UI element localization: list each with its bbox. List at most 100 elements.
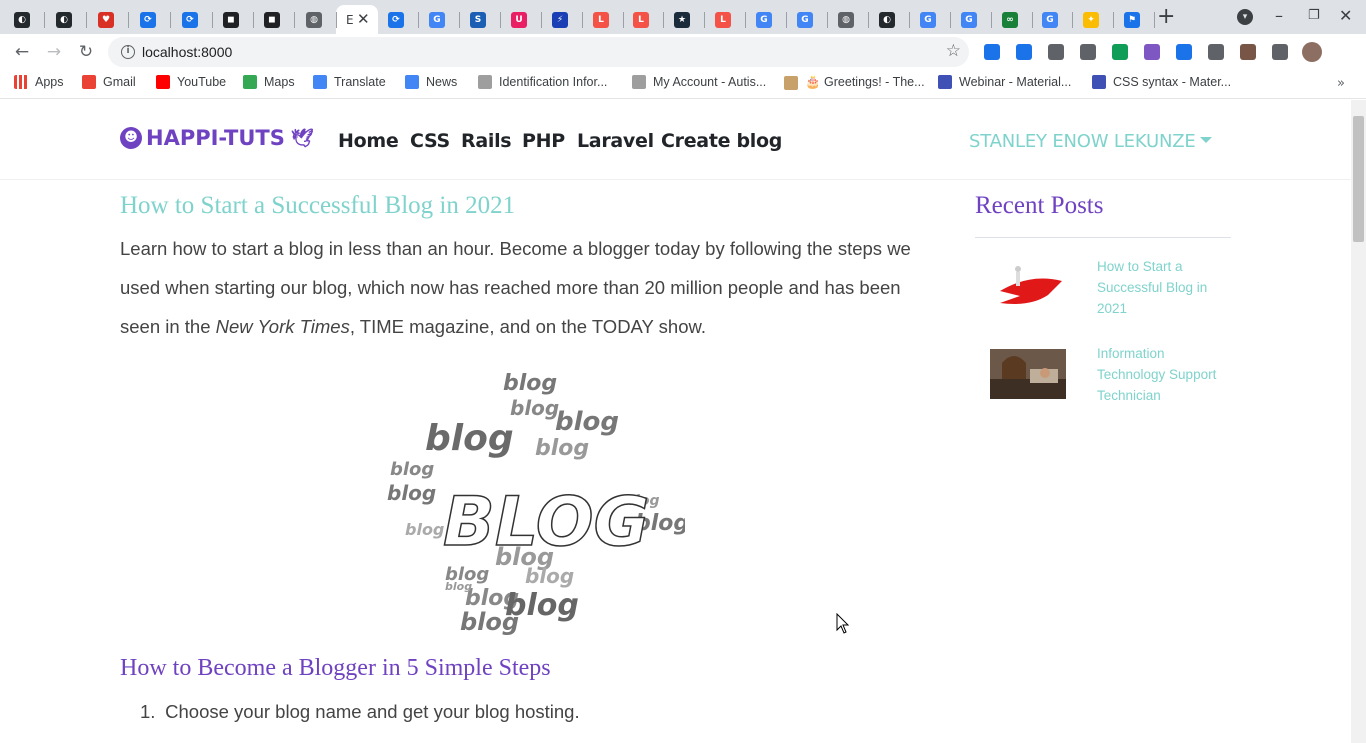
- browser-toolbar: ← → ↻ i localhost:8000 ☆ ⋮: [0, 34, 1366, 96]
- tab-separator: [1154, 12, 1155, 28]
- extension-icon[interactable]: [1208, 44, 1224, 60]
- tab-close-icon[interactable]: ✕: [357, 10, 370, 28]
- globe-icon: ◍: [306, 11, 322, 28]
- browser-tab[interactable]: ∞: [992, 5, 1033, 34]
- browser-tab[interactable]: ◼: [213, 5, 254, 34]
- recent-post-link[interactable]: How to Start a Successful Blog in 2021: [1097, 256, 1229, 319]
- recent-post-item[interactable]: Information Technology Support Technicia…: [990, 346, 1230, 403]
- recent-post-link[interactable]: Information Technology Support Technicia…: [1097, 343, 1229, 406]
- tab-active[interactable]: E ✕: [336, 5, 378, 34]
- forward-arrow-icon[interactable]: →: [43, 41, 65, 63]
- browser-tab[interactable]: ⚡: [542, 5, 583, 34]
- blog-word: blog: [405, 520, 444, 539]
- extension-icon[interactable]: [1048, 44, 1064, 60]
- infinity-icon: ∞: [1002, 11, 1018, 28]
- extension-icon[interactable]: [1016, 44, 1032, 60]
- extension-icon[interactable]: [1272, 44, 1288, 60]
- bookmarks-overflow-icon[interactable]: »: [1337, 76, 1345, 91]
- browser-tab[interactable]: G: [1032, 5, 1073, 34]
- nav-link-home[interactable]: Home: [338, 130, 399, 152]
- browser-tab[interactable]: ◐: [46, 5, 87, 34]
- extension-icon[interactable]: [1080, 44, 1096, 60]
- bookmark-star-icon[interactable]: ☆: [946, 41, 961, 61]
- browser-tab[interactable]: L: [583, 5, 624, 34]
- bookmark-item[interactable]: 🎂 Greetings! - The...: [784, 75, 925, 90]
- site-brand[interactable]: ☻ HAPPI-TUTS 🕊: [120, 126, 314, 150]
- browser-tab[interactable]: ◐: [869, 5, 910, 34]
- bookmark-item[interactable]: Apps: [14, 75, 64, 89]
- recent-post-thumbnail[interactable]: [990, 349, 1066, 399]
- back-arrow-icon[interactable]: ←: [11, 41, 33, 63]
- nav-link-laravel[interactable]: Laravel: [577, 130, 654, 152]
- stacks-icon: S: [470, 11, 486, 28]
- bookmark-item[interactable]: YouTube: [156, 75, 226, 89]
- browser-tab[interactable]: S: [460, 5, 501, 34]
- restore-button[interactable]: ❐: [1308, 8, 1320, 23]
- browser-tab[interactable]: ◍: [828, 5, 869, 34]
- browser-tab[interactable]: G: [746, 5, 787, 34]
- extension-icon[interactable]: [1302, 42, 1322, 62]
- extension-icon[interactable]: [1176, 44, 1192, 60]
- browser-tab[interactable]: ◼: [254, 5, 295, 34]
- tab-search-icon[interactable]: ▾: [1237, 9, 1253, 25]
- bookmark-icon: [243, 75, 257, 89]
- bookmark-item[interactable]: Maps: [243, 75, 295, 89]
- minimize-button[interactable]: –: [1275, 6, 1283, 25]
- browser-tab[interactable]: U: [501, 5, 542, 34]
- browser-tab[interactable]: ⟳: [130, 5, 171, 34]
- bird-icon: 🕊: [290, 127, 314, 149]
- browser-tab[interactable]: ◐: [4, 5, 45, 34]
- browser-tab[interactable]: L: [623, 5, 664, 34]
- bookmark-item[interactable]: CSS syntax - Mater...: [1092, 75, 1231, 89]
- nav-link-php[interactable]: PHP: [522, 130, 565, 152]
- new-tab-button[interactable]: +: [1157, 6, 1175, 28]
- shield-icon: ♥: [98, 11, 114, 28]
- bookmarks-bar: Apps Gmail YouTube Maps Translate News Identif…: [0, 70, 1366, 99]
- bookmark-item[interactable]: Gmail: [82, 75, 136, 89]
- browser-tab[interactable]: ★: [664, 5, 705, 34]
- bookmark-item[interactable]: News: [405, 75, 457, 89]
- user-dropdown[interactable]: STANLEY ENOW LEKUNZE: [969, 131, 1212, 152]
- browser-tab[interactable]: ⚑: [1114, 5, 1155, 34]
- post-intro: Learn how to start a blog in less than a…: [120, 229, 940, 346]
- address-bar[interactable]: i localhost:8000 ☆: [108, 37, 969, 67]
- blog-word: blog: [510, 396, 559, 420]
- user-name[interactable]: STANLEY ENOW LEKUNZE: [969, 131, 1196, 152]
- browser-tab[interactable]: ♥: [88, 5, 129, 34]
- extension-icon[interactable]: [1240, 44, 1256, 60]
- post-title[interactable]: How to Start a Successful Blog in 2021: [120, 192, 515, 220]
- bookmark-icon: [632, 75, 646, 89]
- nav-link-create-blog[interactable]: Create blog: [661, 130, 782, 152]
- browser-tab[interactable]: ◍: [296, 5, 337, 34]
- blog-word: blog: [425, 418, 514, 459]
- reload-icon[interactable]: ↻: [75, 41, 97, 63]
- bookmark-item[interactable]: My Account - Autis...: [632, 75, 766, 89]
- browser-tab[interactable]: L: [705, 5, 746, 34]
- browser-tab[interactable]: G: [419, 5, 460, 34]
- browser-tab[interactable]: ✦: [1073, 5, 1114, 34]
- bookmark-item[interactable]: Translate: [313, 75, 386, 89]
- bookmark-label: Maps: [264, 75, 295, 89]
- url-text[interactable]: localhost:8000: [142, 44, 232, 60]
- dark-square-icon: ◼: [223, 11, 239, 28]
- extension-icon[interactable]: [1112, 44, 1128, 60]
- scrollbar-thumb[interactable]: [1353, 116, 1364, 242]
- extension-icon[interactable]: [984, 44, 1000, 60]
- bookmark-item[interactable]: Identification Infor...: [478, 75, 607, 89]
- site-info-icon[interactable]: i: [121, 45, 135, 59]
- browser-tab[interactable]: ⟳: [378, 5, 419, 34]
- browser-tab[interactable]: G: [787, 5, 828, 34]
- extension-icon[interactable]: [1144, 44, 1160, 60]
- u-icon: U: [511, 11, 527, 28]
- nav-link-rails[interactable]: Rails: [461, 130, 512, 152]
- bookmark-item[interactable]: Webinar - Material...: [938, 75, 1071, 89]
- nav-link-css[interactable]: CSS: [410, 130, 450, 152]
- bookmark-label: 🎂 Greetings! - The...: [805, 75, 925, 89]
- recent-post-item[interactable]: How to Start a Successful Blog in 2021: [990, 259, 1230, 316]
- browser-tab[interactable]: G: [951, 5, 992, 34]
- browser-tab[interactable]: ⟳: [172, 5, 213, 34]
- close-window-button[interactable]: ✕: [1339, 6, 1352, 25]
- brand-name[interactable]: HAPPI-TUTS: [146, 126, 285, 150]
- browser-tab[interactable]: G: [910, 5, 951, 34]
- recent-post-thumbnail[interactable]: [990, 263, 1066, 313]
